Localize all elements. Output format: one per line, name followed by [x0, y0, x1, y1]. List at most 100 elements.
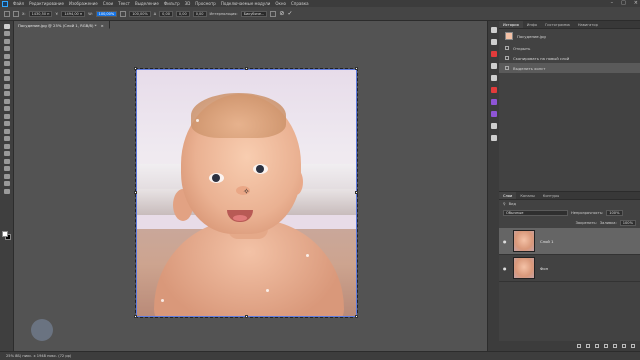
- shape-tool-icon[interactable]: [3, 166, 10, 171]
- link-icon[interactable]: [120, 10, 127, 17]
- reference-point-icon[interactable]: ✧: [243, 187, 250, 196]
- layer-row[interactable]: ● Фон: [499, 255, 640, 282]
- fill-field[interactable]: 100%: [619, 220, 636, 226]
- width-field[interactable]: 100,00%: [95, 10, 118, 17]
- brush-tool-icon[interactable]: [3, 91, 10, 96]
- gradient-tool-icon[interactable]: [3, 121, 10, 126]
- adjustments-panel-icon[interactable]: [490, 75, 497, 81]
- y-field[interactable]: 1494,00 п: [61, 10, 86, 17]
- blend-mode-select[interactable]: Обычные: [503, 210, 568, 216]
- plugin-icon[interactable]: [490, 51, 497, 57]
- plugin-purple-icon[interactable]: [490, 99, 497, 105]
- document-tab[interactable]: Посудение.jpg @ 25% (Слой 1, RGB/8) * ×: [15, 21, 110, 29]
- tab-info[interactable]: Инфо: [523, 21, 541, 28]
- maximize-button[interactable]: □: [621, 0, 626, 6]
- blur-tool-icon[interactable]: [3, 128, 10, 134]
- layer-style-icon[interactable]: [586, 344, 590, 348]
- artboard-tool-icon[interactable]: [3, 31, 10, 36]
- properties-panel-icon[interactable]: [490, 39, 497, 45]
- lasso-tool-icon[interactable]: [3, 46, 10, 51]
- dodge-tool-icon[interactable]: [3, 136, 10, 141]
- tab-paths[interactable]: Контуры: [539, 192, 563, 199]
- glyphs-panel-icon[interactable]: [490, 123, 497, 129]
- link-layers-icon[interactable]: [577, 344, 581, 348]
- crop-tool-icon[interactable]: [3, 61, 10, 66]
- clone-stamp-icon[interactable]: [3, 98, 10, 104]
- tab-history[interactable]: История: [499, 21, 523, 28]
- history-item[interactable]: Скопировать на новый слой: [499, 53, 640, 63]
- type-tool-icon[interactable]: [3, 151, 10, 156]
- quick-select-tool-icon[interactable]: [3, 53, 10, 59]
- menu-filter[interactable]: Фильтр: [164, 1, 180, 6]
- transform-handle[interactable]: [355, 315, 358, 318]
- menu-image[interactable]: Изображение: [69, 1, 98, 6]
- transform-handle[interactable]: [355, 191, 358, 194]
- visibility-eye-icon[interactable]: ●: [503, 266, 508, 271]
- frame-tool-icon[interactable]: [3, 68, 10, 74]
- transform-handle[interactable]: [134, 315, 137, 318]
- tab-layers[interactable]: Слои: [499, 192, 517, 199]
- transform-handle[interactable]: [245, 67, 248, 70]
- eraser-tool-icon[interactable]: [3, 113, 10, 119]
- menu-window[interactable]: Окно: [275, 1, 286, 6]
- delete-layer-icon[interactable]: [631, 344, 635, 348]
- tab-navigator[interactable]: Навигатор: [574, 21, 602, 28]
- close-window-button[interactable]: ×: [634, 0, 638, 6]
- height-field[interactable]: 100,00%: [129, 10, 151, 17]
- foreground-color-swatch[interactable]: [2, 231, 8, 237]
- marquee-tool-icon[interactable]: [3, 38, 10, 44]
- history-item[interactable]: Открыть: [499, 43, 640, 53]
- group-icon[interactable]: [613, 344, 617, 348]
- eyedropper-tool-icon[interactable]: [3, 76, 10, 81]
- plugin-purple-2-icon[interactable]: [490, 111, 497, 117]
- menu-help[interactable]: Справка: [291, 1, 309, 6]
- history-brush-icon[interactable]: [3, 106, 10, 111]
- menu-edit[interactable]: Редактирование: [29, 1, 64, 6]
- history-panel-icon[interactable]: [490, 27, 497, 33]
- minimize-button[interactable]: –: [611, 0, 614, 6]
- transform-handle[interactable]: [355, 67, 358, 70]
- tab-channels[interactable]: Каналы: [516, 192, 538, 199]
- hand-tool-icon[interactable]: [3, 173, 10, 179]
- menu-layer[interactable]: Слои: [103, 1, 113, 6]
- vskew-field[interactable]: 0,00: [192, 10, 207, 17]
- warp-icon[interactable]: [270, 10, 277, 17]
- menu-file[interactable]: Файл: [13, 1, 24, 6]
- layer-row-selected[interactable]: ● Слой 1: [499, 228, 640, 255]
- menu-type[interactable]: Текст: [118, 1, 130, 6]
- plugin-red-icon[interactable]: [490, 87, 497, 93]
- hskew-field[interactable]: 0,00: [175, 10, 190, 17]
- add-mask-icon[interactable]: [595, 344, 599, 348]
- visibility-eye-icon[interactable]: ●: [503, 239, 508, 244]
- close-tab-icon[interactable]: ×: [101, 23, 104, 28]
- adjustment-layer-icon[interactable]: [604, 344, 608, 348]
- transform-handle[interactable]: [134, 191, 137, 194]
- x-field[interactable]: 1430,50 п: [28, 10, 53, 17]
- interpolation-select[interactable]: Бикубиче...: [240, 10, 268, 17]
- filter-kind-label[interactable]: Вид: [509, 202, 516, 206]
- pen-tool-icon[interactable]: [3, 143, 10, 149]
- angle-field[interactable]: 0,00: [159, 10, 173, 17]
- move-tool-icon[interactable]: [3, 23, 10, 29]
- menu-view[interactable]: Просмотр: [195, 1, 216, 6]
- paragraph-panel-icon[interactable]: [490, 135, 497, 141]
- transform-handle[interactable]: [245, 315, 248, 318]
- more-tools-icon[interactable]: [3, 188, 10, 194]
- new-layer-icon[interactable]: [622, 344, 626, 348]
- reference-point-icon[interactable]: [13, 10, 19, 17]
- cancel-transform-button[interactable]: ⊘: [279, 10, 284, 17]
- menu-plugins[interactable]: Подключаемые модули: [221, 1, 271, 6]
- brush-panel-icon[interactable]: [490, 63, 497, 69]
- menu-3d[interactable]: 3D: [185, 1, 191, 6]
- path-select-icon[interactable]: [3, 158, 10, 164]
- opacity-field[interactable]: 100%: [606, 210, 623, 216]
- zoom-tool-icon[interactable]: [3, 181, 10, 186]
- transform-handle[interactable]: [134, 67, 137, 70]
- move-tool-icon[interactable]: [4, 10, 10, 17]
- menu-select[interactable]: Выделение: [135, 1, 159, 6]
- history-item-selected[interactable]: Выделить холст: [499, 63, 640, 73]
- tab-histogram[interactable]: Гистограмма: [541, 21, 574, 28]
- healing-brush-icon[interactable]: [3, 83, 10, 89]
- commit-transform-button[interactable]: ✓: [287, 10, 292, 17]
- history-snapshot[interactable]: Посудение.jpg: [499, 29, 640, 43]
